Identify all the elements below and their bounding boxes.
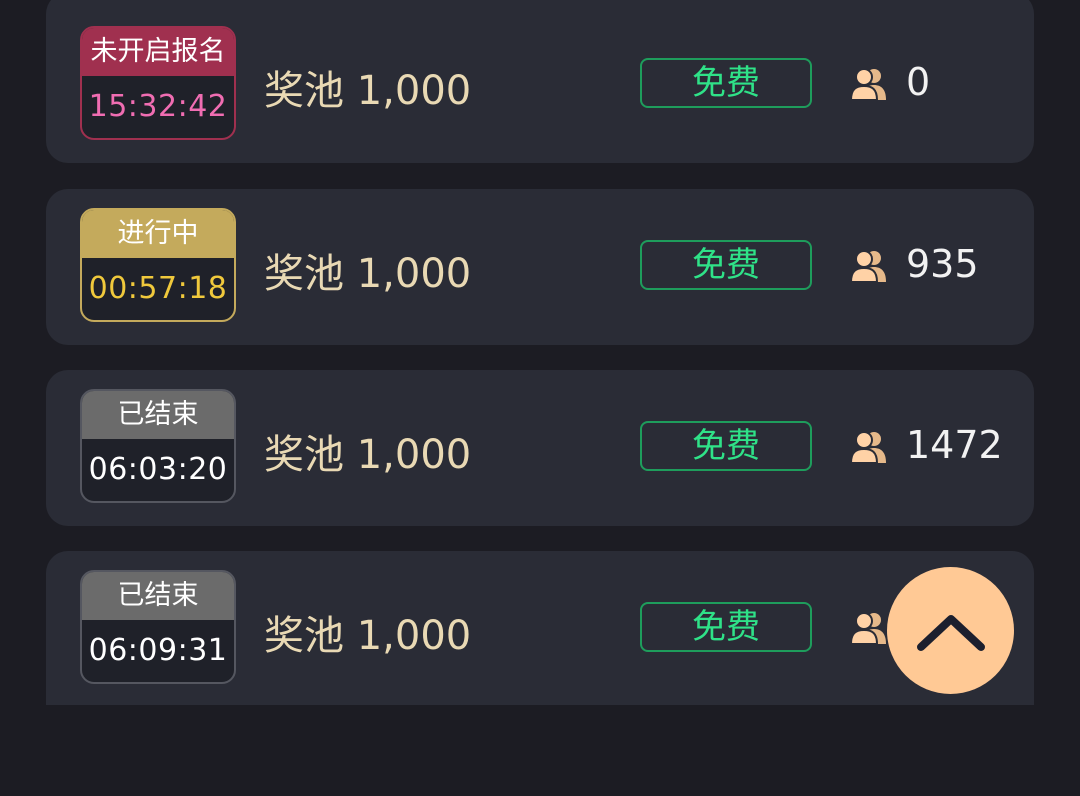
status-badge: 已结束 06:03:20	[80, 389, 236, 503]
prize-pool: 奖池 1,000	[264, 613, 472, 659]
users-icon	[850, 68, 886, 101]
tournament-card[interactable]: 进行中 00:57:18 奖池 1,000 免费 935	[46, 189, 1034, 345]
prize-pool: 奖池 1,000	[264, 68, 472, 114]
users-icon	[850, 250, 886, 283]
status-badge: 已结束 06:09:31	[80, 570, 236, 684]
player-count: 0	[906, 60, 931, 104]
status-label: 进行中	[82, 210, 234, 258]
fee-button[interactable]: 免费	[640, 58, 812, 108]
countdown-time: 15:32:42	[88, 89, 228, 124]
countdown-time: 06:09:31	[88, 633, 228, 668]
countdown-time: 06:03:20	[88, 452, 228, 487]
scroll-to-top-button[interactable]	[887, 567, 1014, 694]
fee-button[interactable]: 免费	[640, 602, 812, 652]
player-count: 1472	[906, 423, 1003, 467]
status-badge: 未开启报名 15:32:42	[80, 26, 236, 140]
status-label: 已结束	[82, 391, 234, 439]
prize-pool: 奖池 1,000	[264, 432, 472, 478]
countdown-time: 00:57:18	[88, 271, 228, 306]
player-count: 935	[906, 242, 979, 286]
prize-pool: 奖池 1,000	[264, 251, 472, 297]
fee-button[interactable]: 免费	[640, 240, 812, 290]
users-icon	[850, 612, 886, 645]
fee-button[interactable]: 免费	[640, 421, 812, 471]
status-label: 未开启报名	[82, 28, 234, 76]
chevron-up-icon	[916, 614, 985, 651]
status-badge: 进行中 00:57:18	[80, 208, 236, 322]
tournament-card[interactable]: 未开启报名 15:32:42 奖池 1,000 免费 0	[46, 0, 1034, 163]
users-icon	[850, 431, 886, 464]
tournament-card[interactable]: 已结束 06:09:31 奖池 1,000 免费	[46, 551, 1034, 705]
status-label: 已结束	[82, 572, 234, 620]
tournament-card[interactable]: 已结束 06:03:20 奖池 1,000 免费 1472	[46, 370, 1034, 526]
